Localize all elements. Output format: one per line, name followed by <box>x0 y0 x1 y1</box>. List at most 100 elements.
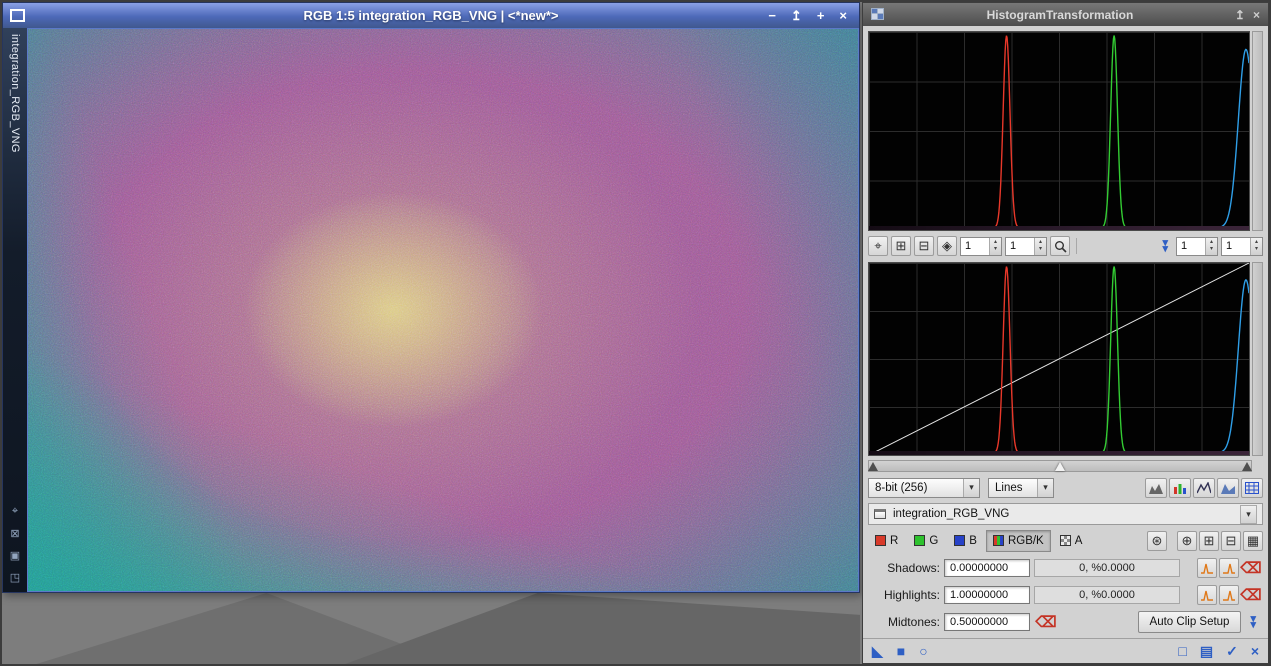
vertical-zoom-spin[interactable]: 1 ▴ ▾ <box>1005 236 1047 256</box>
view-tool-icon-4[interactable]: ◳ <box>10 571 20 584</box>
window-icon <box>10 9 25 22</box>
magnifier-icon[interactable] <box>1050 236 1070 257</box>
track-view-icon[interactable]: ⊛ <box>1147 530 1167 551</box>
process-action-bar: ◣ ■ ○ □ ▤ ✓ × <box>863 638 1268 663</box>
workspace-backdrop-facet <box>340 593 860 666</box>
reset-icon[interactable]: × <box>1251 643 1259 659</box>
highlights-clip-icon-1[interactable] <box>1197 584 1217 605</box>
spin-down-icon[interactable]: ▾ <box>1035 246 1046 253</box>
process-icon <box>871 8 884 20</box>
chart-style-filled-icon[interactable] <box>1217 477 1239 498</box>
highlights-label: Highlights: <box>883 587 940 602</box>
channel-toggle-g[interactable]: G <box>907 530 945 552</box>
shadows-clipping-readout: 0, %0.0000 <box>1034 558 1180 577</box>
midtones-input[interactable]: 0.50000000 <box>944 612 1030 631</box>
midtones-slider-handle[interactable] <box>1055 462 1065 472</box>
window-icon <box>874 509 886 520</box>
histogram-option-icon-3[interactable]: ⊟ <box>1221 530 1241 551</box>
spin-down-icon[interactable]: ▾ <box>1251 246 1262 253</box>
section-collapse-icon[interactable]: ▾ ▾ <box>1250 613 1256 630</box>
zoom-to-fit-icon[interactable]: ⊞ <box>891 236 911 257</box>
shade-icon[interactable]: ↥ <box>1235 8 1245 22</box>
levels-slider[interactable] <box>868 459 1252 473</box>
real-time-preview-icon[interactable]: ○ <box>919 643 927 659</box>
chart-style-area-icon[interactable] <box>1145 477 1167 498</box>
auto-clip-setup-button[interactable]: Auto Clip Setup <box>1137 610 1242 633</box>
reset-zoom-icon[interactable]: ⊟ <box>914 236 934 257</box>
chart-style-line-icon[interactable] <box>1193 477 1215 498</box>
highlights-row: Highlights: 1.00000000 0, %0.0000 ⌫ <box>868 583 1263 606</box>
shadows-label: Shadows: <box>887 560 940 575</box>
shade-icon[interactable]: ↥ <box>791 8 802 24</box>
histogram-toolbar: ⌖ ⊞ ⊟ ◈ 1 ▴ ▾ 1 ▴ ▾ ▾ ▾ 1 ▴ ▾ 1 ▴ ▾ <box>868 235 1263 258</box>
section-collapse-icon[interactable]: ▾ ▾ <box>1162 238 1168 255</box>
shadows-clip-icon-2[interactable] <box>1219 557 1239 578</box>
highlights-input[interactable]: 1.00000000 <box>944 585 1030 604</box>
shadows-slider-handle[interactable] <box>868 462 878 472</box>
graph-vertical-zoom-spin[interactable]: 1 ▴ ▾ <box>1221 236 1263 256</box>
highlights-slider-handle[interactable] <box>1242 462 1252 472</box>
chart-style-bars-icon[interactable] <box>1169 477 1191 498</box>
execute-icon[interactable]: ✓ <box>1226 643 1238 660</box>
new-instance-icon[interactable]: ◣ <box>872 643 883 660</box>
highlights-reset-icon[interactable]: ⌫ <box>1240 585 1261 605</box>
shadows-input[interactable]: 0.00000000 <box>944 558 1030 577</box>
close-icon[interactable]: × <box>839 8 847 24</box>
view-tool-icon-1[interactable]: ⌖ <box>10 505 20 518</box>
image-window-titlebar[interactable]: RGB 1:5 integration_RGB_VNG | <*new*> − … <box>3 3 859 28</box>
view-selector[interactable]: integration_RGB_VNG ▾ <box>868 503 1263 526</box>
transfer-histogram-plot[interactable] <box>868 261 1250 456</box>
resolution-select[interactable]: 8-bit (256) ▾ <box>868 477 980 498</box>
edit-instance-icon[interactable]: □ <box>1178 643 1186 659</box>
graph-style-select[interactable]: Lines ▾ <box>988 477 1054 498</box>
spin-down-icon[interactable]: ▾ <box>1206 246 1217 253</box>
view-tool-icon-3[interactable]: ▣ <box>10 549 20 562</box>
shadows-reset-icon[interactable]: ⌫ <box>1240 558 1261 578</box>
channel-toggle-b[interactable]: B <box>947 530 984 552</box>
red-swatch <box>875 535 886 547</box>
vertical-scroll-slider[interactable] <box>1252 261 1263 456</box>
readout-mode-icon[interactable]: ◈ <box>937 236 957 257</box>
spin-up-icon[interactable]: ▴ <box>990 239 1001 246</box>
shadows-clip-icon-1[interactable] <box>1197 557 1217 578</box>
image-window: RGB 1:5 integration_RGB_VNG | <*new*> − … <box>2 2 860 593</box>
histogram-option-icon-2[interactable]: ⊞ <box>1199 530 1219 551</box>
image-canvas[interactable] <box>27 28 859 592</box>
channel-toggle-rgbk[interactable]: RGB/K <box>985 529 1051 552</box>
green-swatch <box>914 535 926 547</box>
spin-up-icon[interactable]: ▴ <box>1251 239 1262 246</box>
chevron-down-icon: ▾ <box>1240 504 1257 524</box>
chart-style-grid-icon[interactable] <box>1241 477 1263 498</box>
midtones-reset-icon[interactable]: ⌫ <box>1035 612 1056 632</box>
graph-horizontal-zoom-spin[interactable]: 1 ▴ ▾ <box>1176 236 1218 256</box>
view-selector-value: integration_RGB_VNG <box>893 508 1010 521</box>
chevron-down-icon: ▾ <box>1037 478 1053 497</box>
zoom-icon[interactable]: + <box>817 8 825 24</box>
channel-toggle-alpha[interactable]: A <box>1053 530 1090 552</box>
horizontal-zoom-spin[interactable]: 1 ▴ ▾ <box>960 236 1002 256</box>
apply-icon[interactable]: ■ <box>897 643 905 659</box>
histogram-gradient-strip <box>869 450 1249 455</box>
view-tool-icon-2[interactable]: ⊠ <box>10 527 20 540</box>
image-selector-strip: integration_RGB_VNG ⌖ ⊠ ▣ ◳ <box>3 28 27 592</box>
track-cursor-icon[interactable]: ⌖ <box>868 236 888 257</box>
histogram-option-icon-1[interactable]: ⊕ <box>1177 530 1197 551</box>
spin-up-icon[interactable]: ▴ <box>1206 239 1217 246</box>
minimize-icon[interactable]: − <box>768 8 776 24</box>
checker-swatch <box>1059 535 1071 547</box>
channel-row: R G B RGB/K A ⊛ ⊕ ⊞ ⊟ ▦ <box>868 529 1263 552</box>
panel-titlebar[interactable]: HistogramTransformation ↥ × <box>863 3 1268 26</box>
highlights-clipping-readout: 0, %0.0000 <box>1034 585 1180 604</box>
image-tab-integration-rgb-vng[interactable]: integration_RGB_VNG <box>9 34 21 153</box>
highlights-clip-icon-2[interactable] <box>1219 584 1239 605</box>
close-icon[interactable]: × <box>1253 8 1260 22</box>
spin-up-icon[interactable]: ▴ <box>1035 239 1046 246</box>
histogram-option-icon-4[interactable]: ▦ <box>1243 530 1263 551</box>
chevron-down-icon: ▾ <box>963 478 979 497</box>
vertical-scroll-slider[interactable] <box>1252 31 1263 231</box>
blue-swatch <box>954 535 966 547</box>
spin-down-icon[interactable]: ▾ <box>990 246 1001 253</box>
browse-documentation-icon[interactable]: ▤ <box>1200 643 1213 660</box>
input-histogram-plot[interactable] <box>868 31 1250 231</box>
channel-toggle-r[interactable]: R <box>868 530 905 552</box>
